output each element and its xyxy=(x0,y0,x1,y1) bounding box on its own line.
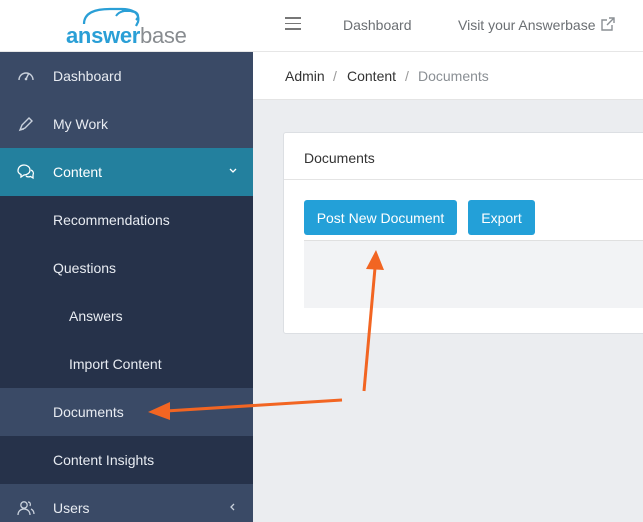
sidebar-item-recommendations[interactable]: Recommendations xyxy=(0,196,253,244)
sidebar-item-content-insights[interactable]: Content Insights xyxy=(0,436,253,484)
top-bar: answerbase Dashboard Visit your Answerba… xyxy=(0,0,643,52)
sidebar: Dashboard My Work Content Recommendation… xyxy=(0,52,253,522)
documents-table-area xyxy=(304,240,643,308)
sidebar-item-label: Content Insights xyxy=(53,452,155,468)
sidebar-item-users[interactable]: Users xyxy=(0,484,253,522)
sidebar-item-import-content[interactable]: Import Content xyxy=(0,340,253,388)
sidebar-item-documents[interactable]: Documents xyxy=(0,388,253,436)
sidebar-item-label: Dashboard xyxy=(53,68,122,84)
sidebar-item-content[interactable]: Content xyxy=(0,148,253,196)
chevron-down-icon xyxy=(229,168,237,173)
sidebar-item-dashboard[interactable]: Dashboard xyxy=(0,52,253,100)
sidebar-item-label: Content xyxy=(53,164,103,180)
card-header: Documents xyxy=(284,133,643,180)
breadcrumb-separator: / xyxy=(405,68,409,84)
users-icon xyxy=(17,501,35,516)
card-title: Documents xyxy=(304,150,375,166)
sidebar-item-label: Documents xyxy=(53,404,124,420)
pen-icon xyxy=(18,117,33,132)
sidebar-item-label: Recommendations xyxy=(53,212,170,228)
answerbase-logo[interactable]: answerbase xyxy=(64,6,190,48)
breadcrumb-content[interactable]: Content xyxy=(347,68,396,84)
sidebar-item-my-work[interactable]: My Work xyxy=(0,100,253,148)
sidebar-item-label: Questions xyxy=(53,260,117,276)
speedometer-icon xyxy=(18,72,34,81)
sidebar-item-label: Import Content xyxy=(69,356,162,372)
post-new-document-button[interactable]: Post New Document xyxy=(304,200,457,235)
external-link-icon[interactable] xyxy=(600,16,616,32)
breadcrumb-separator: / xyxy=(333,68,337,84)
header-dashboard-link[interactable]: Dashboard xyxy=(343,17,412,33)
breadcrumb: Admin / Content / Documents xyxy=(253,52,643,100)
sidebar-item-label: Answers xyxy=(69,308,123,324)
header-visit-link[interactable]: Visit your Answerbase xyxy=(458,17,595,33)
chevron-left-icon xyxy=(230,503,235,511)
export-button[interactable]: Export xyxy=(468,200,535,235)
sidebar-item-label: Users xyxy=(53,500,90,516)
chat-bubbles-icon xyxy=(17,164,35,180)
documents-card: Documents Post New Document Export xyxy=(283,132,643,334)
breadcrumb-admin[interactable]: Admin xyxy=(285,68,325,84)
sidebar-item-label: My Work xyxy=(53,116,108,132)
sidebar-item-answers[interactable]: Answers xyxy=(0,292,253,340)
sidebar-item-questions[interactable]: Questions xyxy=(0,244,253,292)
menu-toggle-icon[interactable] xyxy=(285,17,301,31)
logo-text: answerbase xyxy=(66,23,187,48)
breadcrumb-documents: Documents xyxy=(418,68,489,84)
